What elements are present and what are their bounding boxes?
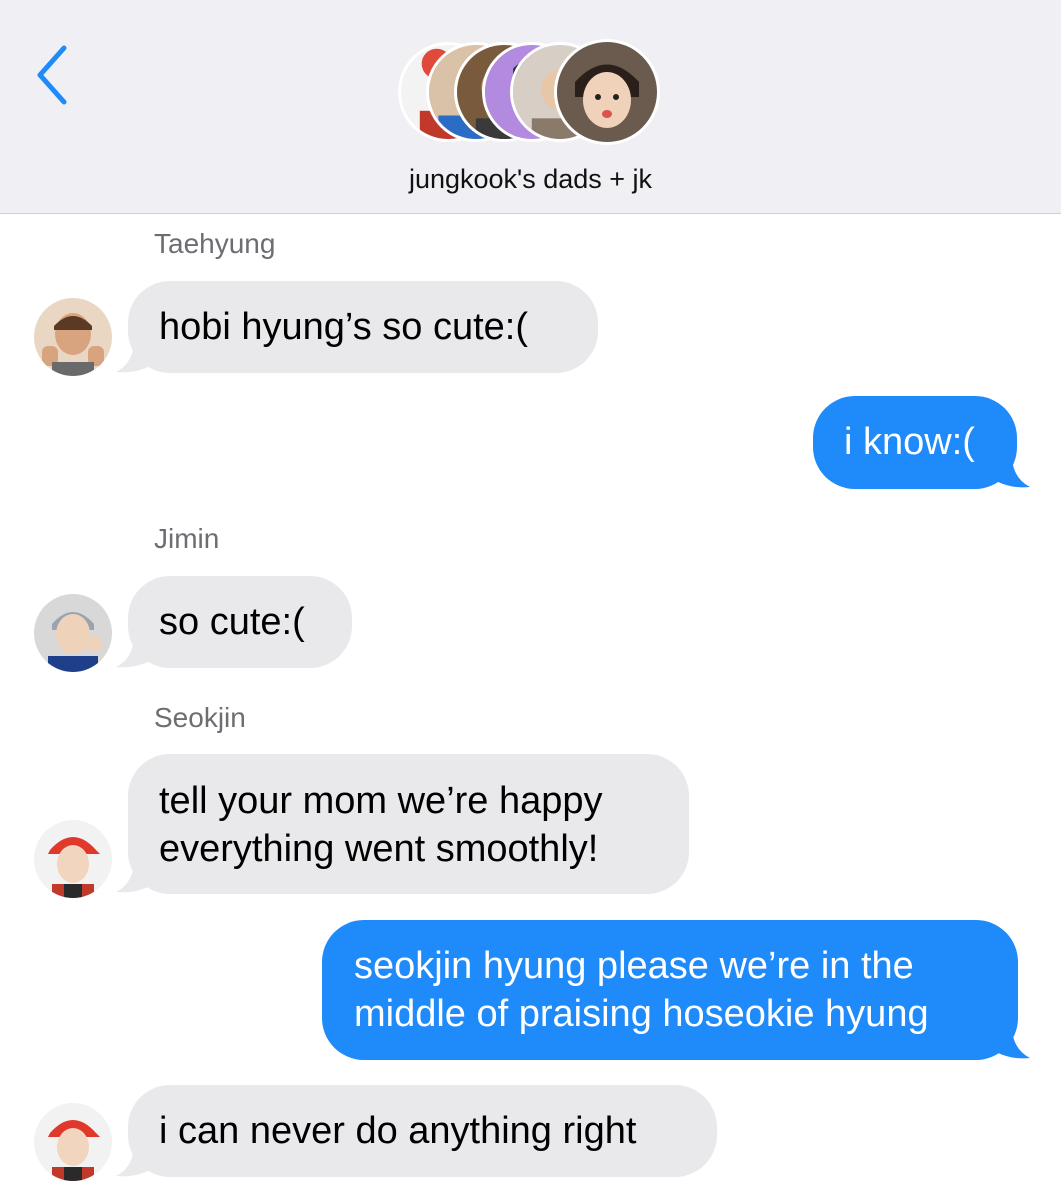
- sender-avatar[interactable]: [34, 1103, 112, 1181]
- sender-avatar[interactable]: [34, 820, 112, 898]
- message-bubble[interactable]: hobi hyung’s so cute:(: [128, 281, 598, 373]
- message-line: seokjin hyung please we’re in the: [354, 945, 914, 987]
- conversation-header: jungkook's dads + jk: [0, 0, 1061, 214]
- message-bubble[interactable]: i know:(: [813, 396, 1017, 489]
- sender-avatar[interactable]: [34, 594, 112, 672]
- message-bubble[interactable]: i can never do anything right: [128, 1085, 717, 1177]
- message-bubble[interactable]: tell your mom we’re happy everything wen…: [128, 754, 689, 894]
- sender-name: Seokjin: [154, 702, 246, 733]
- group-member-avatar: [554, 39, 660, 145]
- message-line: middle of praising hoseokie hyung: [354, 993, 929, 1035]
- group-title[interactable]: jungkook's dads + jk: [0, 164, 1061, 195]
- sender-name: Taehyung: [154, 228, 276, 259]
- message-bubble[interactable]: so cute:(: [128, 576, 352, 668]
- message-line: tell your mom we’re happy: [159, 780, 603, 822]
- back-button[interactable]: [30, 40, 80, 110]
- message-bubble[interactable]: seokjin hyung please we’re in the middle…: [322, 920, 1018, 1060]
- sender-avatar[interactable]: [34, 298, 112, 376]
- chevron-left-icon: [37, 45, 67, 105]
- group-avatar-stack[interactable]: [398, 39, 660, 148]
- message-line: everything went smoothly!: [159, 828, 599, 870]
- sender-name: Jimin: [154, 523, 220, 554]
